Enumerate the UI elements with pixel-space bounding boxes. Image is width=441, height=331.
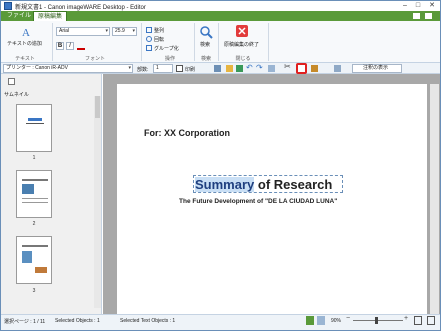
copies-input[interactable]: 1 xyxy=(153,64,173,73)
font-group-label: フォント xyxy=(84,56,105,62)
search-button[interactable]: 検索 xyxy=(200,41,210,48)
zoom-slider-thumb[interactable] xyxy=(375,317,378,324)
thumbnail-number: 3 xyxy=(32,288,36,294)
font-name-combo[interactable]: Arial ▾ xyxy=(56,27,110,36)
for-line-text[interactable]: For: XX Corporation xyxy=(144,128,230,138)
close-window-button[interactable]: ✕ xyxy=(426,2,438,10)
selected-heading-word[interactable]: Summary xyxy=(195,177,255,192)
arrange-button[interactable]: 整列 xyxy=(154,27,164,34)
sidebar-scrollbar[interactable] xyxy=(94,96,101,308)
collapse-ribbon-icon[interactable] xyxy=(425,13,432,19)
copy-icon[interactable] xyxy=(296,63,307,74)
tab-file[interactable]: ファイル xyxy=(3,11,35,21)
paste-icon[interactable] xyxy=(311,65,318,72)
add-text-icon[interactable]: A xyxy=(20,26,34,39)
selected-objects-count: Selected Objects : 1 xyxy=(55,318,100,324)
view-icon[interactable] xyxy=(268,65,275,72)
selected-text-objects-count: Selected Text Objects : 1 xyxy=(120,318,176,324)
print-button[interactable]: 印刷 xyxy=(185,66,195,73)
thumbnail-view-icon[interactable] xyxy=(8,78,15,85)
fit-width-icon[interactable] xyxy=(414,316,422,325)
window-title: 新規文書1 - Canon imageWARE Desktop - Editor xyxy=(15,5,146,11)
thumbnail-number: 2 xyxy=(32,221,36,227)
print-icon xyxy=(176,65,183,72)
minimize-button[interactable]: – xyxy=(399,2,411,10)
zoom-slider[interactable] xyxy=(353,320,403,321)
group-icon xyxy=(146,45,152,51)
zoom-in-icon[interactable]: + xyxy=(404,315,408,322)
ribbon-separator xyxy=(268,23,269,61)
rotate-icon xyxy=(146,36,152,42)
app-icon xyxy=(4,2,12,10)
printer-combo[interactable]: プリンター : Canon iR-ADV ▾ xyxy=(3,64,133,73)
thumbnail-panel-title: サムネイル xyxy=(4,92,29,98)
thumbnail-page-3[interactable] xyxy=(16,236,52,284)
folder-icon[interactable] xyxy=(226,65,233,72)
scan-icon[interactable] xyxy=(214,65,221,72)
font-color-icon[interactable] xyxy=(77,42,85,50)
redo-icon[interactable]: ↷ xyxy=(256,64,263,72)
add-text-button[interactable]: テキストの追加 xyxy=(7,40,42,47)
thumbnail-page-1[interactable] xyxy=(16,104,52,152)
fit-page-icon[interactable] xyxy=(427,316,435,325)
save-icon[interactable] xyxy=(236,65,243,72)
single-page-view-icon[interactable] xyxy=(306,316,314,325)
group-button[interactable]: グループ化 xyxy=(154,45,179,52)
zoom-level: 90% xyxy=(331,318,342,324)
heading-text[interactable]: Summary of Research xyxy=(195,177,332,192)
copies-label: 部数: xyxy=(137,67,149,73)
cut-icon[interactable]: ✂ xyxy=(284,63,291,71)
display-mode-icon[interactable] xyxy=(334,65,341,72)
document-scrollbar[interactable] xyxy=(430,84,439,314)
heading-rest: of Research xyxy=(257,177,333,192)
help-icon[interactable] xyxy=(413,13,420,19)
maximize-button[interactable]: □ xyxy=(412,2,424,10)
show-annotations-button[interactable]: 注釈の表示 xyxy=(352,64,402,73)
ribbon-separator xyxy=(194,23,195,61)
text-group-label: テキスト xyxy=(15,56,35,62)
close-edit-button[interactable]: 原稿編集の終了 xyxy=(224,41,259,48)
italic-button[interactable]: I xyxy=(66,42,74,50)
ribbon-separator xyxy=(141,23,142,61)
page-indicator: 選択ページ : 1 / 11 xyxy=(4,319,46,325)
thumbnail-page-2[interactable] xyxy=(16,170,52,218)
tab-edit-document[interactable]: 原稿編集 xyxy=(33,11,68,21)
search-group-label: 検索 xyxy=(200,56,211,62)
zoom-out-icon[interactable]: − xyxy=(346,315,350,322)
ribbon-tab-bar: ファイル 原稿編集 xyxy=(1,11,440,21)
close-group-label: 閉じる xyxy=(235,56,251,62)
font-size-combo[interactable]: 25.9 ▾ xyxy=(112,27,137,36)
operation-group-label: 操作 xyxy=(164,56,175,62)
continuous-view-icon[interactable] xyxy=(317,316,325,325)
search-icon[interactable] xyxy=(199,25,213,39)
undo-icon[interactable]: ↶ xyxy=(246,64,253,72)
close-edit-icon[interactable] xyxy=(236,25,248,37)
ribbon-separator xyxy=(52,23,53,61)
svg-text:A: A xyxy=(22,27,30,38)
thumbnail-number: 1 xyxy=(32,155,36,161)
sidebar-scroll-thumb[interactable] xyxy=(95,96,100,118)
bold-button[interactable]: B xyxy=(56,42,64,50)
title-bar: 新規文書1 - Canon imageWARE Desktop - Editor… xyxy=(1,1,440,11)
subtitle-text[interactable]: The Future Development of "DE LA CIUDAD … xyxy=(179,198,337,205)
ribbon-separator xyxy=(218,23,219,61)
rotate-button[interactable]: 回転 xyxy=(154,36,164,43)
arrange-icon xyxy=(146,27,152,33)
